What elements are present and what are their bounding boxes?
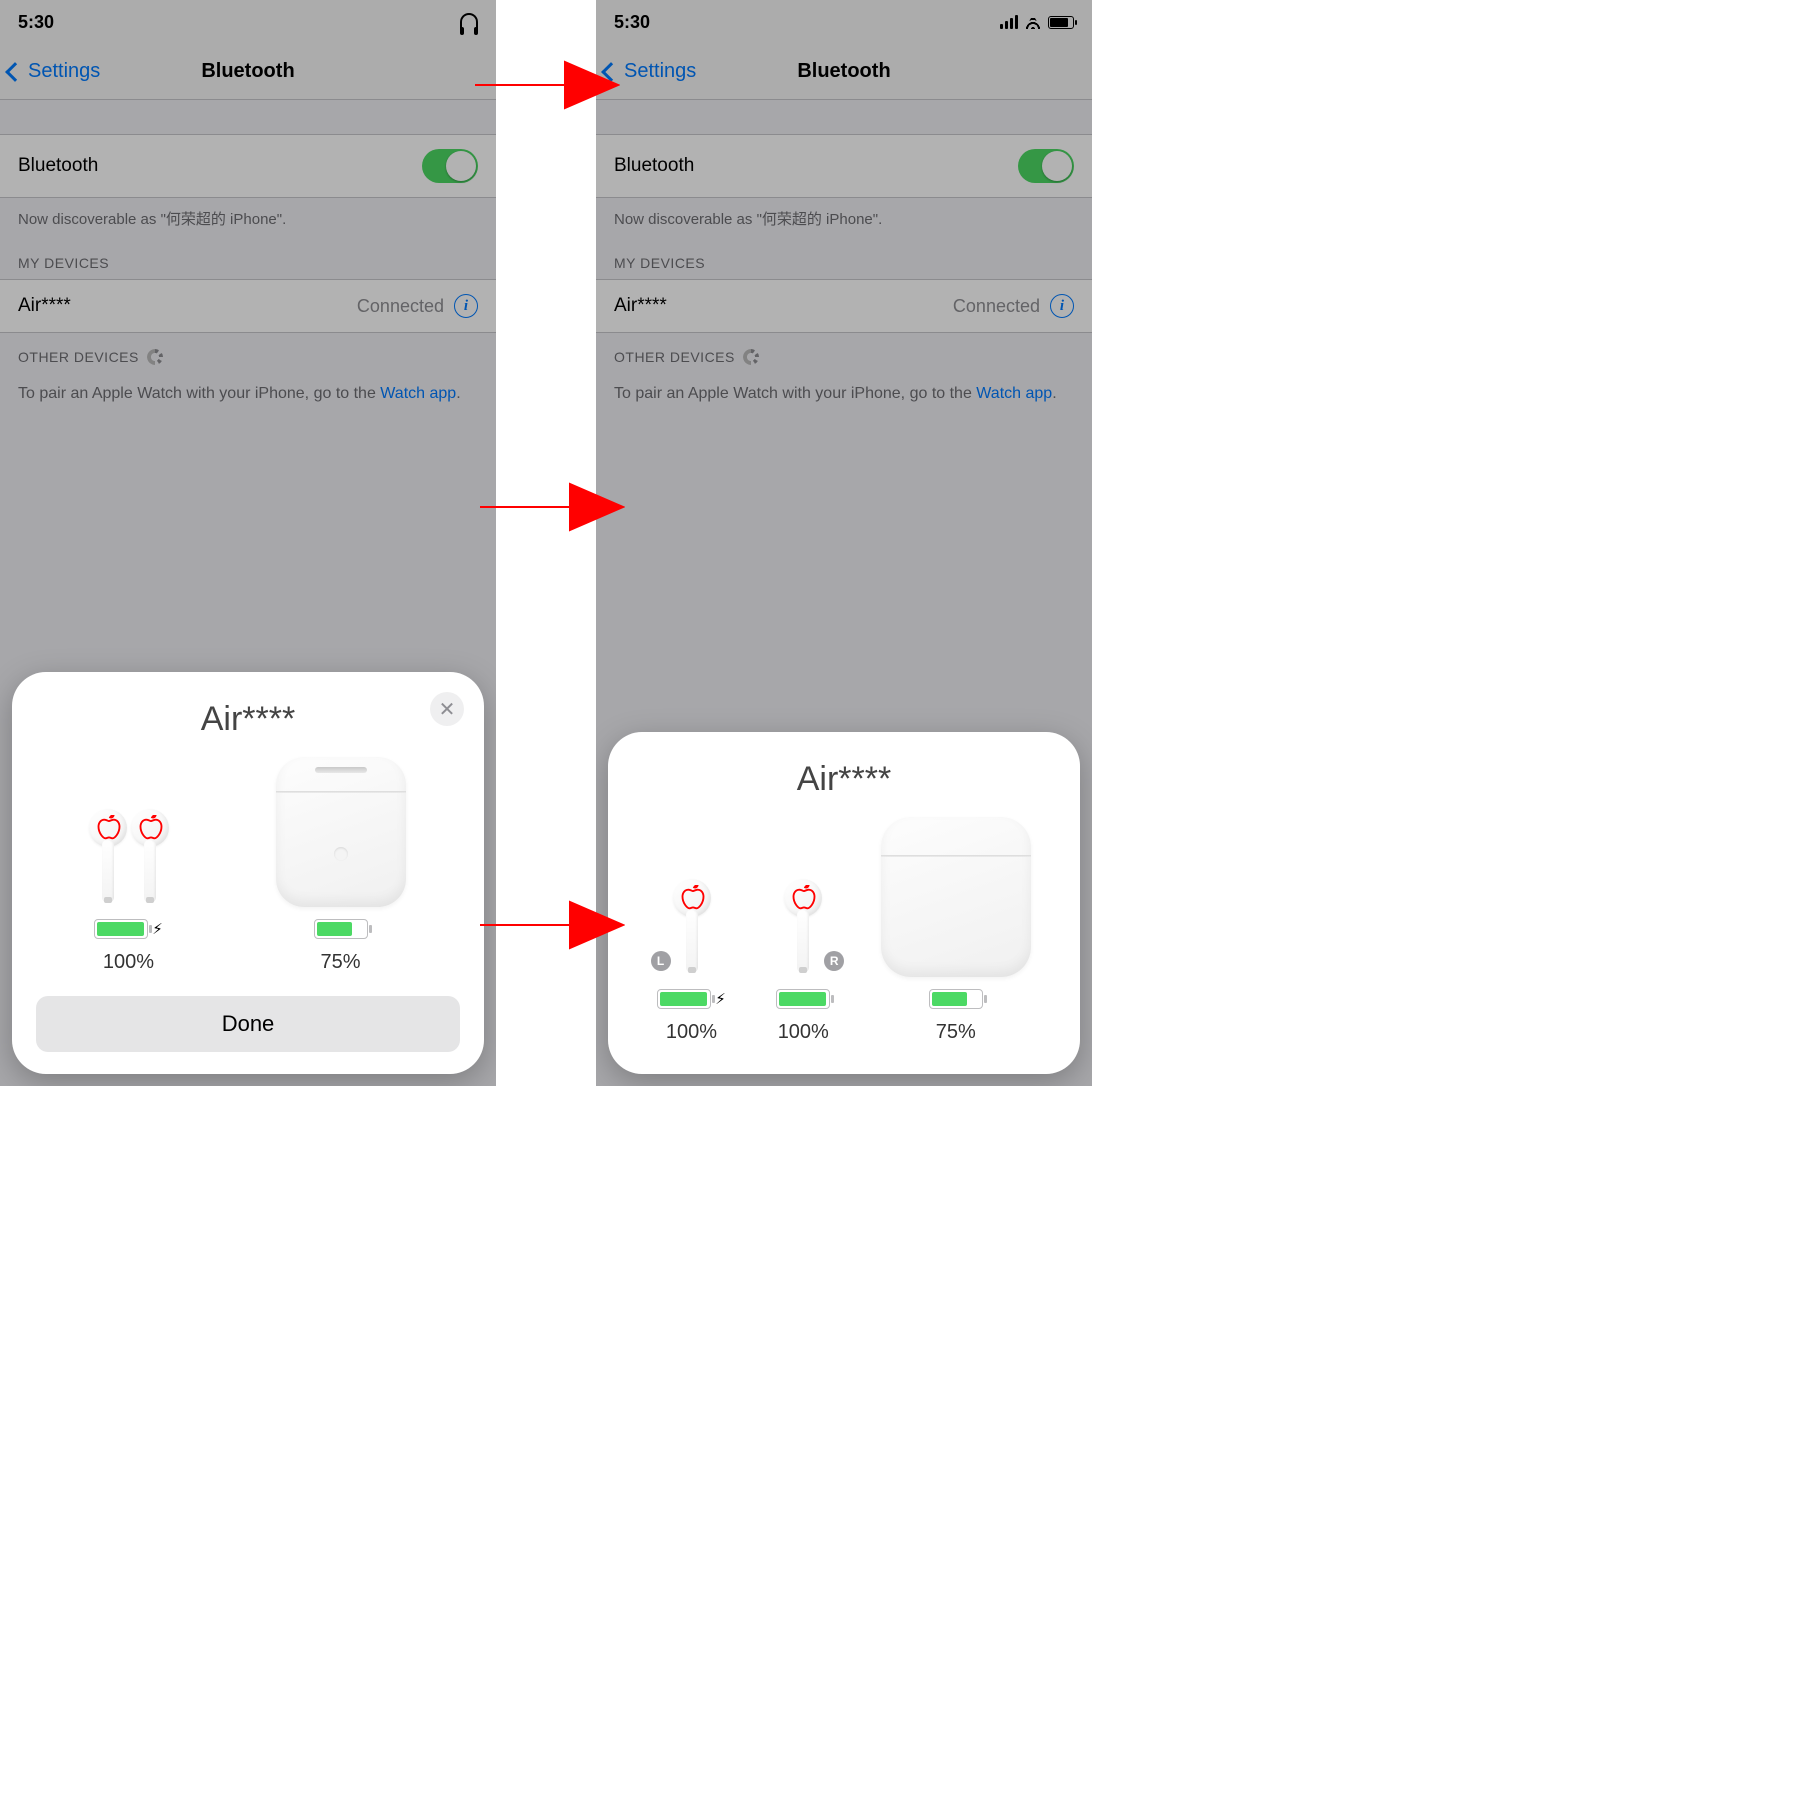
back-button[interactable]: Settings bbox=[0, 60, 100, 83]
right-percent: 100% bbox=[778, 1021, 829, 1044]
charging-bolt-icon: ⚡︎ bbox=[715, 990, 726, 1008]
wifi-icon bbox=[1024, 15, 1042, 29]
my-devices-header: MY DEVICES bbox=[0, 239, 496, 279]
device-row[interactable]: Air**** Connected i bbox=[596, 279, 1092, 333]
battery-icon bbox=[929, 989, 983, 1009]
earbuds-column: ⚡︎ 100% bbox=[91, 809, 167, 974]
case-percent: 75% bbox=[320, 951, 360, 974]
info-icon[interactable]: i bbox=[454, 294, 478, 318]
apple-outline-icon bbox=[790, 885, 818, 913]
airpod-left-icon: L bbox=[675, 879, 709, 977]
hint-prefix: To pair an Apple Watch with your iPhone,… bbox=[18, 385, 380, 402]
battery-icon bbox=[776, 989, 830, 1009]
phone-left: 5:30 Settings Bluetooth Bluetooth Now di… bbox=[0, 0, 496, 1086]
case-column: 75% bbox=[276, 757, 406, 974]
battery-icon bbox=[657, 989, 711, 1009]
done-button[interactable]: Done bbox=[36, 996, 460, 1052]
red-arrow-icon bbox=[470, 50, 620, 120]
red-arrow-icon bbox=[475, 890, 625, 960]
airpod-right-icon bbox=[133, 809, 167, 907]
left-percent: 100% bbox=[666, 1021, 717, 1044]
device-name: Air**** bbox=[614, 295, 667, 317]
hint-suffix: . bbox=[456, 385, 460, 402]
card-title: Air**** bbox=[36, 700, 460, 739]
bluetooth-row-label: Bluetooth bbox=[18, 155, 98, 177]
cellular-icon bbox=[1000, 15, 1018, 29]
info-icon[interactable]: i bbox=[1050, 294, 1074, 318]
toggle-on-icon[interactable] bbox=[1018, 149, 1074, 183]
airpods-card-expanded: Air**** L ⚡︎ 100% bbox=[608, 732, 1080, 1074]
discoverable-caption: Now discoverable as "何荣超的 iPhone". bbox=[0, 198, 496, 239]
battery-icon bbox=[94, 919, 148, 939]
chevron-left-icon bbox=[5, 62, 25, 82]
battery-status-icon bbox=[1048, 16, 1074, 29]
device-row[interactable]: Air**** Connected i bbox=[0, 279, 496, 333]
hint-prefix: To pair an Apple Watch with your iPhone,… bbox=[614, 385, 976, 402]
nav-bar: Settings Bluetooth bbox=[596, 44, 1092, 100]
bluetooth-row-label: Bluetooth bbox=[614, 155, 694, 177]
red-arrow-icon bbox=[475, 472, 625, 542]
spinner-icon bbox=[743, 349, 759, 365]
earbuds-percent: 100% bbox=[103, 951, 154, 974]
right-badge: R bbox=[824, 951, 844, 971]
card-title: Air**** bbox=[632, 760, 1056, 799]
battery-icon bbox=[314, 919, 368, 939]
airpods-card-compact: Air**** bbox=[12, 672, 484, 1074]
apple-outline-icon bbox=[679, 885, 707, 913]
other-devices-label: OTHER DEVICES bbox=[18, 349, 139, 365]
watch-hint: To pair an Apple Watch with your iPhone,… bbox=[596, 373, 1092, 415]
status-bar: 5:30 bbox=[596, 0, 1092, 44]
headphones-icon bbox=[460, 13, 478, 31]
toggle-on-icon[interactable] bbox=[422, 149, 478, 183]
discoverable-caption: Now discoverable as "何荣超的 iPhone". bbox=[596, 198, 1092, 239]
left-badge: L bbox=[651, 951, 671, 971]
case-percent: 75% bbox=[936, 1021, 976, 1044]
apple-outline-icon bbox=[95, 815, 123, 843]
spinner-icon bbox=[147, 349, 163, 365]
other-devices-label: OTHER DEVICES bbox=[614, 349, 735, 365]
apple-outline-icon bbox=[137, 815, 165, 843]
nav-bar: Settings Bluetooth bbox=[0, 44, 496, 100]
phone-right: 5:30 Settings Bluetooth Bluetooth Now di… bbox=[596, 0, 1092, 1086]
my-devices-header: MY DEVICES bbox=[596, 239, 1092, 279]
case-column: 75% bbox=[881, 817, 1031, 1044]
airpods-case-icon bbox=[881, 817, 1031, 977]
watch-app-link[interactable]: Watch app bbox=[380, 385, 456, 402]
status-time: 5:30 bbox=[614, 12, 650, 33]
close-button[interactable] bbox=[430, 692, 464, 726]
watch-hint: To pair an Apple Watch with your iPhone,… bbox=[0, 373, 496, 415]
airpod-left-icon bbox=[91, 809, 125, 907]
done-label: Done bbox=[222, 1011, 275, 1037]
right-earbud-column: R 100% bbox=[776, 879, 830, 1044]
back-label: Settings bbox=[624, 60, 696, 83]
charging-bolt-icon: ⚡︎ bbox=[152, 920, 163, 938]
other-devices-header: OTHER DEVICES bbox=[0, 333, 496, 373]
airpod-right-icon: R bbox=[786, 879, 820, 977]
device-name: Air**** bbox=[18, 295, 71, 317]
airpods-case-icon bbox=[276, 757, 406, 907]
left-earbud-column: L ⚡︎ 100% bbox=[657, 879, 726, 1044]
status-time: 5:30 bbox=[18, 12, 54, 33]
hint-suffix: . bbox=[1052, 385, 1056, 402]
bluetooth-toggle-row[interactable]: Bluetooth bbox=[596, 134, 1092, 198]
device-status: Connected bbox=[953, 296, 1040, 317]
watch-app-link[interactable]: Watch app bbox=[976, 385, 1052, 402]
status-bar: 5:30 bbox=[0, 0, 496, 44]
bluetooth-toggle-row[interactable]: Bluetooth bbox=[0, 134, 496, 198]
other-devices-header: OTHER DEVICES bbox=[596, 333, 1092, 373]
back-label: Settings bbox=[28, 60, 100, 83]
device-status: Connected bbox=[357, 296, 444, 317]
